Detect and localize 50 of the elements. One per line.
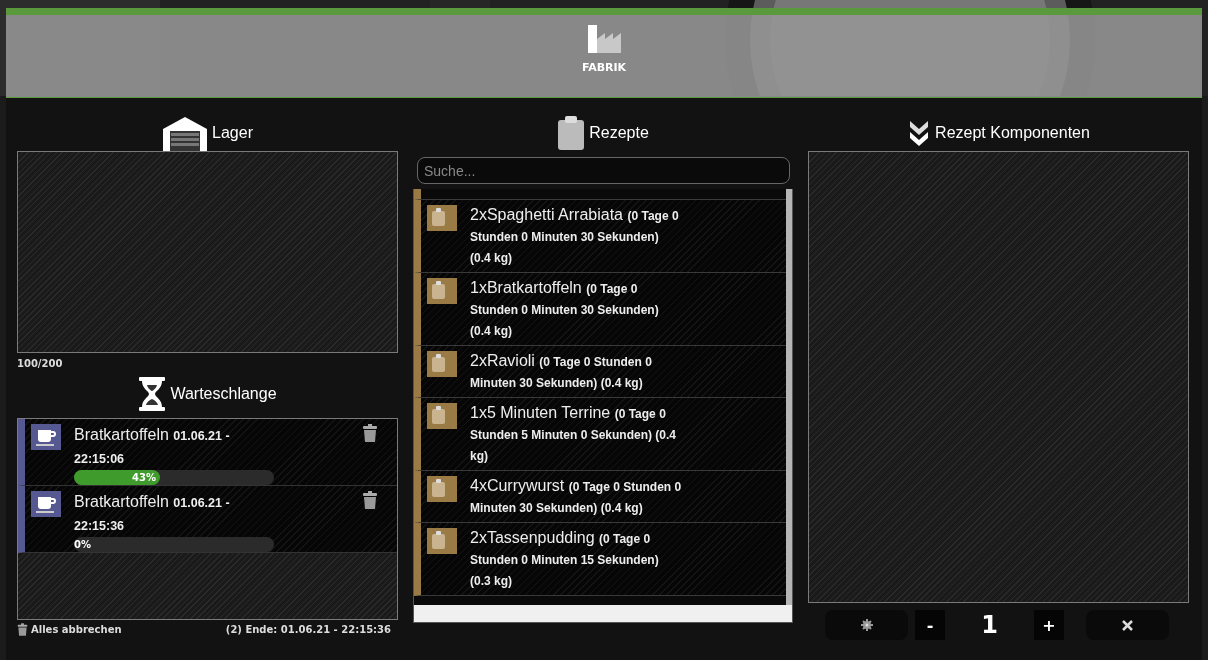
clipboard-icon <box>427 403 457 429</box>
decrease-button[interactable]: - <box>915 610 945 640</box>
queue-item-label: Bratkartoffeln 01.06.21 - 22:15:36 <box>74 492 231 535</box>
recipe-item[interactable]: 2xRavioli (0 Tage 0 Stunden 0 Minuten 30 Sekunden) (0.4 kg) <box>414 346 786 398</box>
hourglass-icon <box>138 376 167 412</box>
trash-icon[interactable] <box>362 424 378 442</box>
progress-text: 0% <box>74 538 91 552</box>
recipe-item[interactable]: 2xTassenpudding (0 Tage 0 Stunden 0 Minuten 15 Sekunden) (0.3 kg) <box>414 523 786 596</box>
scrollbar[interactable] <box>786 189 792 605</box>
section-title: Rezepte <box>589 124 649 142</box>
settings-button[interactable] <box>825 610 908 640</box>
cancel-all-button[interactable]: Alles abbrechen <box>17 623 122 636</box>
clipboard-icon <box>427 351 457 377</box>
storage-capacity: 100/200 <box>17 358 64 370</box>
clear-button[interactable] <box>1086 610 1169 640</box>
recipe-item[interactable]: 2xSpaghetti Arrabiata (0 Tage 0 Stunden 0 Minuten 30 Sekunden) (0.4 kg) <box>414 200 786 273</box>
clipboard-icon <box>427 528 457 554</box>
clipboard-icon <box>427 278 457 304</box>
cup-icon <box>31 491 61 517</box>
factory-title: FABRIK <box>581 61 627 74</box>
recipe-label: 1x5 Minuten Terrine (0 Tage 0 Stunden 5 Minuten 0 Sekunden) (0.4 kg) <box>470 403 678 465</box>
factory-icon <box>586 23 622 55</box>
settings-icon <box>860 619 873 631</box>
recipe-label: 2xSpaghetti Arrabiata (0 Tage 0 Stunden 0 Minuten 30 Sekunden) (0.4 kg) <box>470 205 680 267</box>
cup-icon <box>31 424 61 450</box>
progress-text: 43% <box>132 471 156 485</box>
trash-icon[interactable] <box>362 491 378 509</box>
recipe-label: 2xRavioli (0 Tage 0 Stunden 0 Minuten 30 Sekunden) (0.4 kg) <box>470 351 653 392</box>
queue-item[interactable]: Bratkartoffeln 01.06.21 - 22:15:36 0% <box>18 486 397 553</box>
clipboard-icon <box>427 476 457 502</box>
recipe-item[interactable]: 4xCurrywurst (0 Tage 0 Stunden 0 Minuten 30 Sekunden) (0.4 kg) <box>414 471 786 523</box>
queue-summary: (2) Ende: 01.06.21 - 22:15:36 <box>225 624 391 635</box>
section-title: Lager <box>212 124 253 142</box>
queue-item-label: Bratkartoffeln 01.06.21 - 22:15:06 <box>74 425 231 468</box>
section-title: Warteschlange <box>170 385 277 403</box>
recipe-item[interactable]: 1xBratkartoffeln (0 Tage 0 Stunden 0 Minuten 30 Sekunden) (0.4 kg) <box>414 273 786 346</box>
increase-button[interactable]: + <box>1034 610 1064 640</box>
section-title: Rezept Komponenten <box>935 124 1090 142</box>
clipboard-icon <box>557 115 586 151</box>
trash-icon <box>17 623 28 636</box>
clipboard-icon <box>427 205 457 231</box>
recipe-label: 1xBratkartoffeln (0 Tage 0 Stunden 0 Minuten 30 Sekunden) (0.4 kg) <box>470 278 660 340</box>
search-field[interactable]: Suche... <box>417 157 790 184</box>
recipe-label: 2xTassenpudding (0 Tage 0 Stunden 0 Minuten 15 Sekunden) (0.3 kg) <box>470 528 660 590</box>
garage-icon <box>162 115 209 151</box>
recipe-label: 4xCurrywurst (0 Tage 0 Stunden 0 Minuten 30 Sekunden) (0.4 kg) <box>470 476 682 517</box>
close-icon <box>1122 619 1133 631</box>
queue-item[interactable]: Bratkartoffeln 01.06.21 - 22:15:06 43% <box>18 419 397 486</box>
recipe-item[interactable]: 1x5 Minuten Terrine (0 Tage 0 Stunden 5 Minuten 0 Sekunden) (0.4 kg) <box>414 398 786 471</box>
quantity-value: 1 <box>980 611 999 639</box>
